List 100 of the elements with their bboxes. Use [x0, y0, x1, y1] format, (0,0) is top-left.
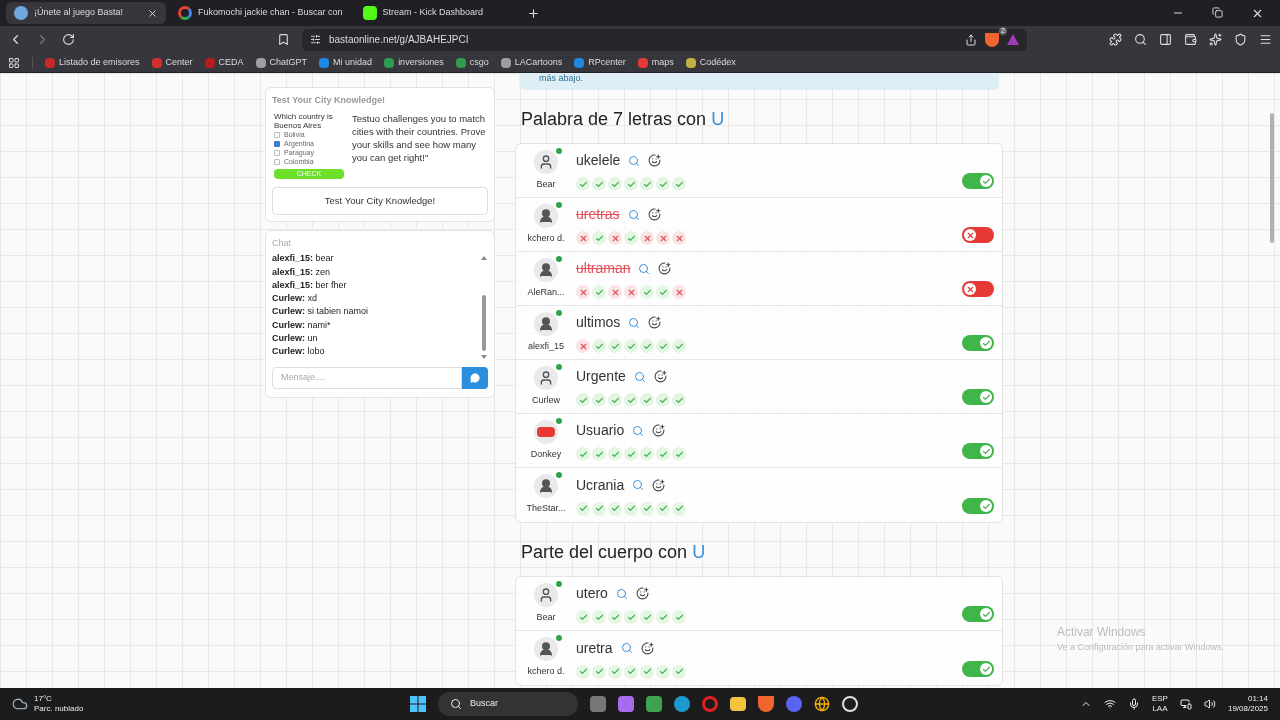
chat-message: Curlew: lobo: [272, 345, 326, 359]
weather-icon[interactable]: [12, 696, 28, 712]
bookmark-item[interactable]: CEDA: [204, 55, 244, 70]
triangle-icon[interactable]: [1007, 34, 1019, 45]
accept-toggle[interactable]: [962, 227, 994, 243]
scroll-down-icon[interactable]: [481, 354, 487, 359]
browser-tab[interactable]: Fukomochi jackie chan - Buscar con: [170, 2, 351, 24]
wallet-icon[interactable]: [1184, 33, 1197, 46]
player-name: AleRan...: [527, 285, 565, 299]
restore-icon[interactable]: [1212, 6, 1223, 18]
clock-time: 01:14: [1247, 694, 1268, 704]
bookmark-item[interactable]: Center: [151, 55, 193, 70]
accept-toggle[interactable]: [962, 173, 994, 189]
smiley-icon[interactable]: [648, 316, 662, 329]
sparkle-icon[interactable]: [1209, 33, 1222, 46]
search-label: Buscar: [470, 697, 498, 711]
accept-toggle[interactable]: [962, 389, 994, 405]
x-icon: [965, 284, 975, 294]
answer-word: Ucrania: [576, 475, 625, 495]
browser-tab[interactable]: ¡Únete al juego Basta!: [6, 2, 166, 24]
bookmark-item[interactable]: inversiones: [384, 55, 444, 70]
scroll-up-icon[interactable]: [481, 256, 487, 261]
shield-icon[interactable]: [1234, 33, 1247, 46]
smiley-icon[interactable]: [653, 370, 667, 383]
browser-tab[interactable]: Stream - Kick Dashboard: [354, 2, 515, 24]
taskbar-search[interactable]: Buscar: [438, 692, 578, 716]
app-icon[interactable]: [758, 696, 774, 712]
search-icon[interactable]: [1134, 33, 1147, 46]
bookmark-item[interactable]: maps: [637, 55, 674, 70]
google-favicon: [178, 6, 192, 20]
bookmark-item[interactable]: ChatGPT: [255, 55, 308, 70]
url-text: bastaonline.net/g/AJBAHEJPCI: [329, 33, 470, 47]
accept-toggle[interactable]: [962, 335, 994, 351]
scroll-thumb[interactable]: [482, 294, 486, 351]
check-icon: [981, 338, 991, 348]
site-info-icon[interactable]: [310, 34, 321, 45]
check-icon: [981, 392, 991, 402]
menu-icon[interactable]: [1259, 33, 1272, 46]
chat-message: alexfi_15: zen: [272, 265, 332, 279]
info-note: más abajo.: [519, 73, 999, 90]
bookmark-item[interactable]: LACartoons: [500, 55, 563, 70]
player-name: alexfi_15: [528, 339, 564, 353]
start-icon[interactable]: [410, 696, 426, 712]
language-text[interactable]: ESP: [1151, 694, 1168, 704]
bookmark-item[interactable]: RPcenter: [574, 55, 626, 70]
chat-message: alexfi_15: bear: [272, 252, 335, 266]
player-name: Bear: [536, 610, 556, 624]
accept-toggle[interactable]: [962, 606, 994, 622]
globe-icon[interactable]: [814, 696, 830, 712]
folder-icon[interactable]: [730, 697, 746, 711]
site-favicon: [14, 6, 28, 20]
smiley-icon[interactable]: [640, 641, 654, 655]
smiley-icon[interactable]: [652, 478, 666, 492]
message-field[interactable]: Mensaje....: [272, 366, 462, 389]
quiz-button[interactable]: Test Your City Knowledge!: [272, 186, 488, 215]
extensions-icon[interactable]: [1109, 33, 1122, 46]
answer-word: ultraman: [576, 259, 631, 278]
page-scrollbar[interactable]: [1270, 113, 1274, 243]
chat-message: Curlew: un: [272, 332, 319, 346]
accept-toggle[interactable]: [962, 661, 994, 677]
apps-icon[interactable]: [8, 56, 20, 69]
category-title: Palabra de 7 letras con U: [521, 108, 726, 131]
bookmark-item[interactable]: csgo: [455, 55, 489, 70]
kick-favicon: [362, 6, 377, 20]
answer-word: Urgente: [576, 367, 626, 386]
layout-text[interactable]: LAA: [1152, 704, 1168, 714]
accept-toggle[interactable]: [962, 498, 994, 514]
answer-word: ukelele: [576, 151, 621, 170]
accept-toggle[interactable]: [962, 281, 994, 297]
share-icon[interactable]: [965, 33, 977, 46]
player-name: Curlew: [532, 393, 560, 407]
answer-word: Usuario: [576, 421, 625, 440]
close-tab-icon[interactable]: [147, 7, 158, 19]
network-icon[interactable]: [1103, 698, 1116, 710]
answer-word: uretras: [576, 205, 620, 224]
smiley-icon[interactable]: [648, 154, 662, 167]
app-icon[interactable]: [674, 696, 690, 712]
bookmark-item[interactable]: Mi unidad: [319, 55, 373, 70]
answer-word: utero: [576, 584, 608, 603]
volume-icon[interactable]: [1203, 698, 1216, 710]
chat-message: Curlew: xd: [272, 292, 319, 306]
check-icon: [981, 609, 991, 619]
check-icon: [981, 446, 991, 456]
new-tab-icon[interactable]: [526, 6, 540, 20]
smiley-icon[interactable]: [658, 262, 672, 275]
display-icon[interactable]: [1179, 698, 1192, 710]
bookmark-item[interactable]: Codédex: [685, 55, 736, 70]
smiley-icon[interactable]: [635, 587, 649, 600]
send-button[interactable]: [462, 366, 488, 389]
smiley-icon[interactable]: [652, 424, 666, 437]
shield-icon[interactable]: [985, 32, 999, 47]
player-name: Bear: [536, 177, 556, 191]
reload-icon[interactable]: [62, 33, 75, 46]
mic-icon[interactable]: [1127, 698, 1140, 710]
bookmark-item[interactable]: Listado de emisores: [45, 55, 140, 70]
sidebar-icon[interactable]: [1159, 33, 1172, 46]
chat-message: Curlew: si tabien namoi: [272, 305, 370, 319]
bookmark-icon[interactable]: [277, 33, 290, 46]
smiley-icon[interactable]: [647, 208, 661, 221]
accept-toggle[interactable]: [962, 443, 994, 459]
